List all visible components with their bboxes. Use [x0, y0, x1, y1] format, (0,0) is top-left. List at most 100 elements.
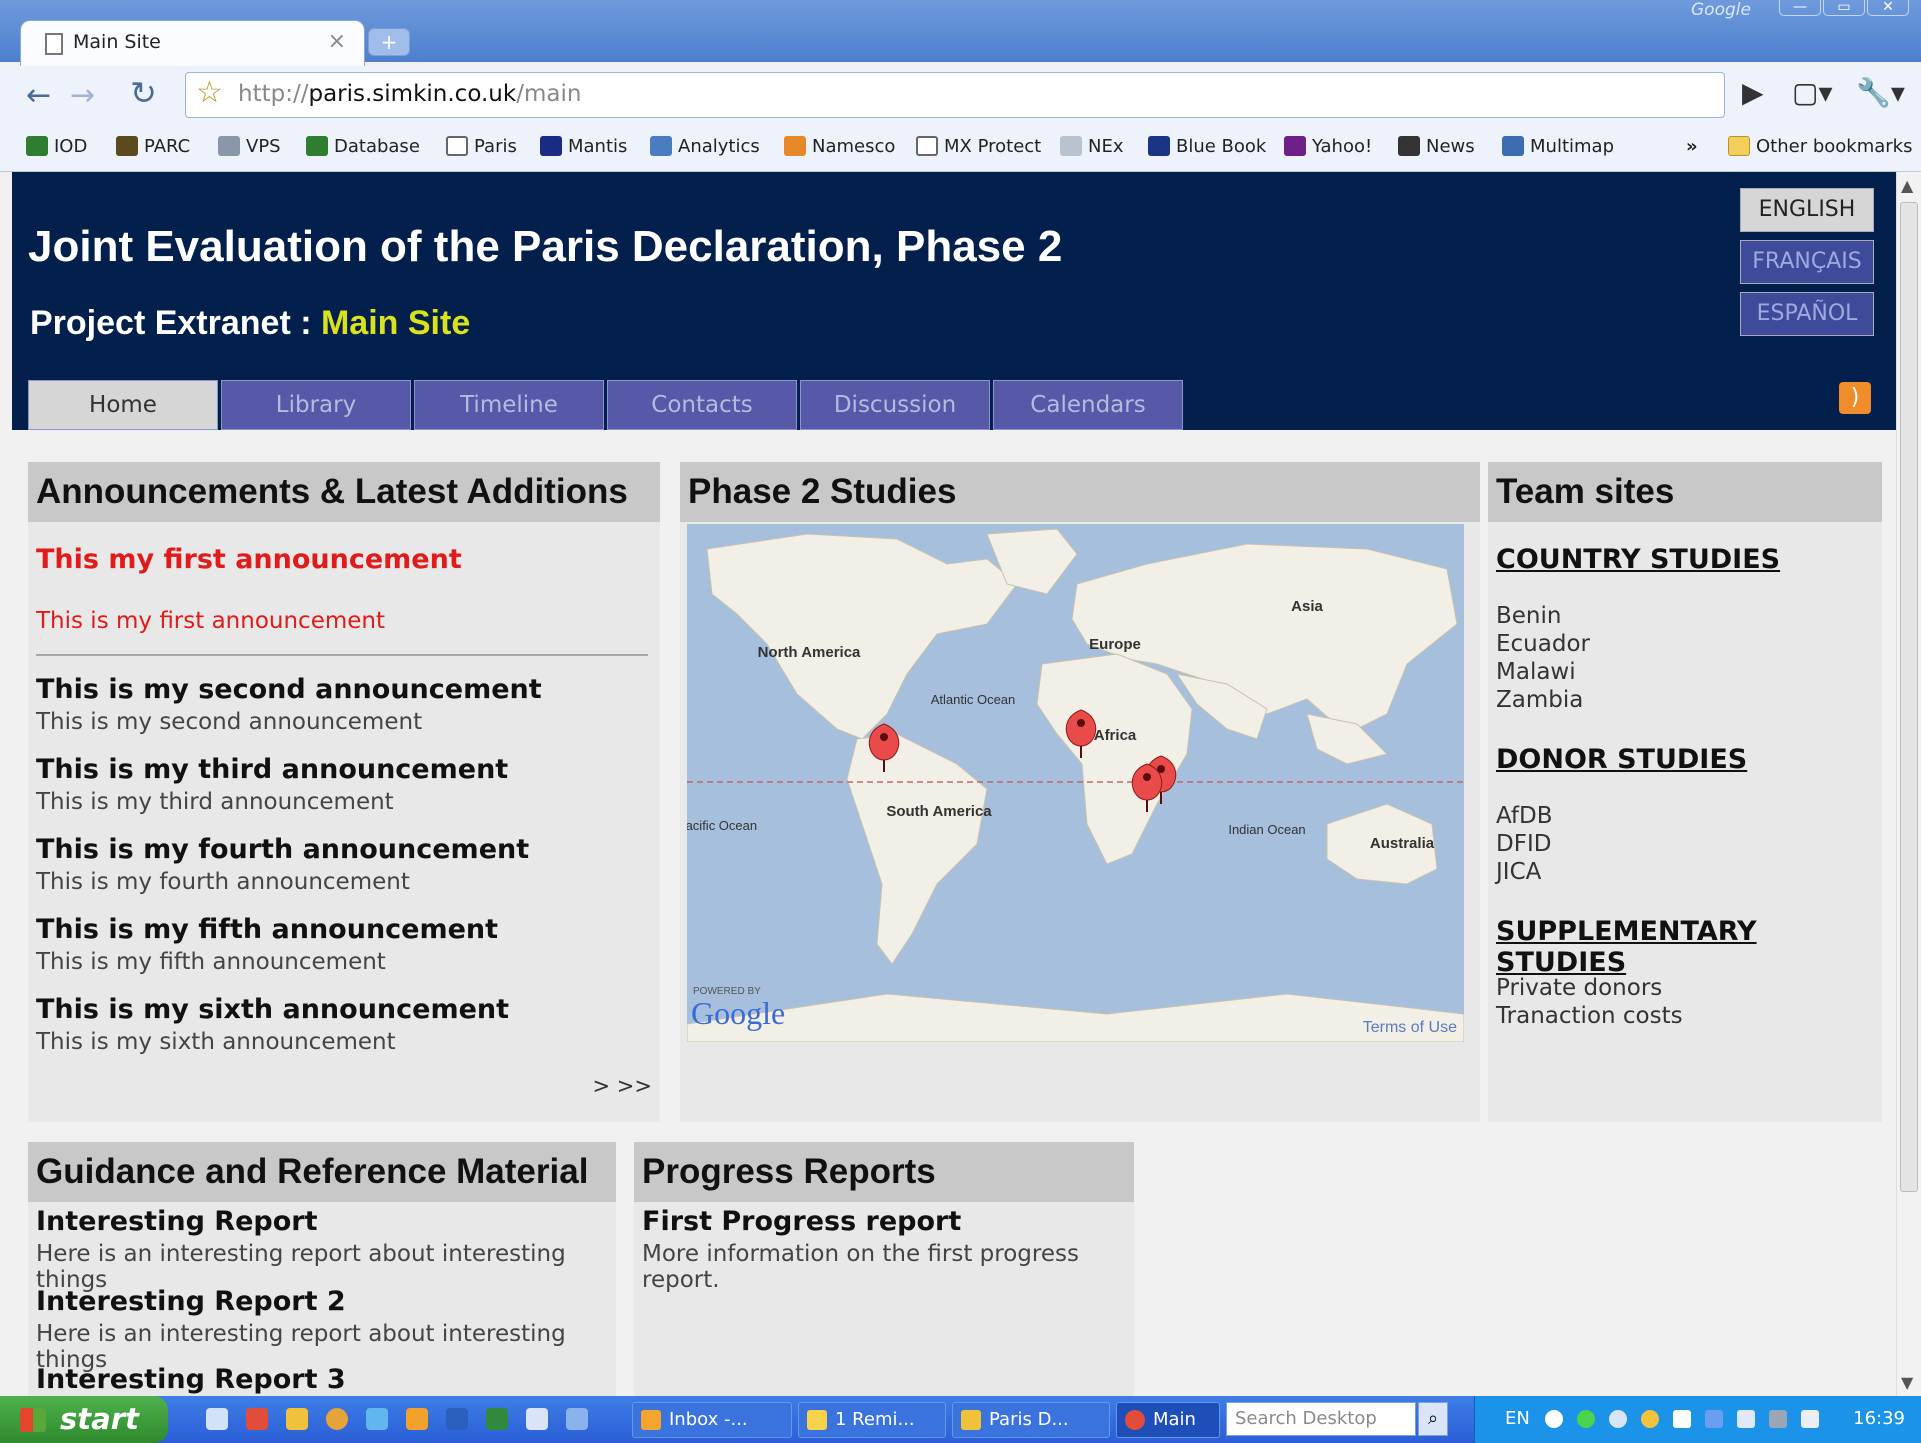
- tray-icon[interactable]: [1673, 1410, 1691, 1428]
- team-site-benin[interactable]: Benin: [1496, 602, 1561, 630]
- bookmark-namesco[interactable]: Namesco: [784, 136, 895, 157]
- map-label-south-america: South America: [886, 803, 992, 820]
- reload-icon[interactable]: ↻: [130, 74, 157, 112]
- other-bookmarks[interactable]: Other bookmarks: [1728, 136, 1912, 157]
- wrench-icon[interactable]: 🔧▾: [1856, 76, 1905, 109]
- language-english[interactable]: ENGLISH: [1740, 188, 1874, 232]
- taskbar-item-paris[interactable]: Paris D...: [952, 1402, 1110, 1438]
- quicklaunch-icon[interactable]: [526, 1408, 548, 1430]
- nav-calendars[interactable]: Calendars: [993, 380, 1183, 430]
- url-text[interactable]: http://paris.simkin.co.uk/main: [238, 81, 581, 107]
- announcement-title[interactable]: This is my fifth announcement: [36, 914, 498, 945]
- folder-icon[interactable]: [286, 1408, 308, 1430]
- nav-contacts[interactable]: Contacts: [607, 380, 797, 430]
- window-brand: Google: [1691, 0, 1751, 20]
- team-site-afdb[interactable]: AfDB: [1496, 802, 1553, 830]
- announcement-title[interactable]: This is my third announcement: [36, 754, 508, 785]
- announcement-body: This is my sixth announcement: [36, 1029, 396, 1055]
- bookmark-iod[interactable]: IOD: [26, 136, 87, 157]
- desktop-search-input[interactable]: Search Desktop: [1226, 1402, 1416, 1436]
- star-icon[interactable]: ☆: [196, 75, 223, 110]
- tray-icon[interactable]: [1641, 1410, 1659, 1428]
- team-site-ecuador[interactable]: Ecuador: [1496, 630, 1590, 658]
- bookmark-database[interactable]: Database: [306, 136, 420, 157]
- bookmark-mantis[interactable]: Mantis: [540, 136, 627, 157]
- scrollbar-thumb[interactable]: [1900, 202, 1918, 1192]
- team-site-jica[interactable]: JICA: [1496, 858, 1541, 886]
- scroll-up-icon[interactable]: ▲: [1901, 176, 1913, 195]
- page-scrollbar[interactable]: ▲ ▼: [1896, 172, 1921, 1396]
- forward-arrow-icon[interactable]: →: [70, 78, 95, 113]
- nav-discussion[interactable]: Discussion: [800, 380, 990, 430]
- play-icon[interactable]: ▶: [1742, 76, 1764, 109]
- team-site-dfid[interactable]: DFID: [1496, 830, 1551, 858]
- team-site-zambia[interactable]: Zambia: [1496, 686, 1583, 714]
- map-terms-link[interactable]: Terms of Use: [1363, 1019, 1457, 1036]
- supplementary-studies-link[interactable]: SUPPLEMENTARY STUDIES: [1496, 916, 1882, 978]
- quicklaunch-icon[interactable]: [246, 1408, 268, 1430]
- scroll-down-icon[interactable]: ▼: [1901, 1373, 1913, 1392]
- rss-icon[interactable]: ): [1839, 382, 1871, 414]
- progress-title[interactable]: First Progress report: [642, 1206, 1134, 1237]
- announcement-title[interactable]: This is my sixth announcement: [36, 994, 509, 1025]
- announcement-title[interactable]: This is my fourth announcement: [36, 834, 529, 865]
- search-icon[interactable]: ⌕: [1418, 1402, 1448, 1436]
- more-announcements-link[interactable]: > >>: [593, 1074, 652, 1098]
- new-tab-button[interactable]: +: [368, 28, 410, 56]
- country-studies-link[interactable]: COUNTRY STUDIES: [1496, 544, 1780, 575]
- world-map[interactable]: North America Atlantic Ocean Europe Asia…: [687, 524, 1464, 1042]
- tray-icon[interactable]: [1577, 1410, 1595, 1428]
- minimize-button[interactable]: —: [1779, 0, 1821, 16]
- browser-tab[interactable]: Main Site ×: [20, 20, 365, 68]
- bookmark-multimap[interactable]: Multimap: [1502, 136, 1614, 157]
- language-spanish[interactable]: ESPAÑOL: [1740, 292, 1874, 336]
- bookmark-yahoo[interactable]: Yahoo!: [1284, 136, 1372, 157]
- quicklaunch-icon[interactable]: [206, 1408, 228, 1430]
- bookmarks-overflow-icon[interactable]: »: [1686, 136, 1698, 157]
- quicklaunch-icon[interactable]: [566, 1408, 588, 1430]
- language-indicator[interactable]: EN: [1505, 1408, 1530, 1429]
- network-icon[interactable]: [1801, 1410, 1819, 1428]
- language-french[interactable]: FRANÇAIS: [1740, 240, 1874, 284]
- featured-announcement-title[interactable]: This my first announcement: [36, 544, 462, 575]
- team-site-private-donors[interactable]: Private donors: [1496, 974, 1662, 1002]
- taskbar-item-inbox[interactable]: Inbox -...: [632, 1402, 792, 1438]
- taskbar-item-main[interactable]: Main: [1116, 1402, 1220, 1438]
- nav-library[interactable]: Library: [221, 380, 411, 430]
- nav-home[interactable]: Home: [28, 380, 218, 430]
- bookmark-vps[interactable]: VPS: [218, 136, 281, 157]
- bookmark-nex[interactable]: NEx: [1060, 136, 1124, 157]
- close-window-button[interactable]: ✕: [1867, 0, 1909, 16]
- bookmark-parc[interactable]: PARC: [116, 136, 190, 157]
- tray-icon[interactable]: [1609, 1410, 1627, 1428]
- firefox-icon[interactable]: [326, 1408, 348, 1430]
- tray-icon[interactable]: [1705, 1410, 1723, 1428]
- start-button[interactable]: start: [0, 1396, 168, 1443]
- guidance-title[interactable]: Interesting Report 2: [36, 1286, 616, 1317]
- tray-icon[interactable]: [1737, 1410, 1755, 1428]
- address-bar[interactable]: ☆ http://paris.simkin.co.uk/main: [185, 72, 1725, 118]
- team-site-malawi[interactable]: Malawi: [1496, 658, 1576, 686]
- taskbar-item-reminder[interactable]: 1 Remi...: [798, 1402, 946, 1438]
- tray-icon[interactable]: [1545, 1410, 1563, 1428]
- announcement-title[interactable]: This is my second announcement: [36, 674, 542, 705]
- tab-close-button[interactable]: ×: [328, 29, 346, 54]
- team-site-transaction-costs[interactable]: Tranaction costs: [1496, 1002, 1683, 1030]
- back-arrow-icon[interactable]: ←: [26, 78, 51, 113]
- bookmark-paris[interactable]: Paris: [446, 136, 517, 157]
- speaker-icon[interactable]: [1769, 1410, 1787, 1428]
- excel-icon[interactable]: [486, 1408, 508, 1430]
- bookmark-analytics[interactable]: Analytics: [650, 136, 760, 157]
- guidance-title[interactable]: Interesting Report 3: [36, 1364, 346, 1395]
- quicklaunch-icon[interactable]: [406, 1408, 428, 1430]
- bookmark-blue-book[interactable]: Blue Book: [1148, 136, 1266, 157]
- bookmark-mx-protect[interactable]: MX Protect: [916, 136, 1041, 157]
- guidance-title[interactable]: Interesting Report: [36, 1206, 616, 1237]
- ie-icon[interactable]: [366, 1408, 388, 1430]
- nav-timeline[interactable]: Timeline: [414, 380, 604, 430]
- maximize-button[interactable]: ▭: [1823, 0, 1865, 16]
- bookmark-news[interactable]: News: [1398, 136, 1475, 157]
- word-icon[interactable]: [446, 1408, 468, 1430]
- donor-studies-link[interactable]: DONOR STUDIES: [1496, 744, 1747, 775]
- page-menu-icon[interactable]: ▢▾: [1792, 76, 1833, 109]
